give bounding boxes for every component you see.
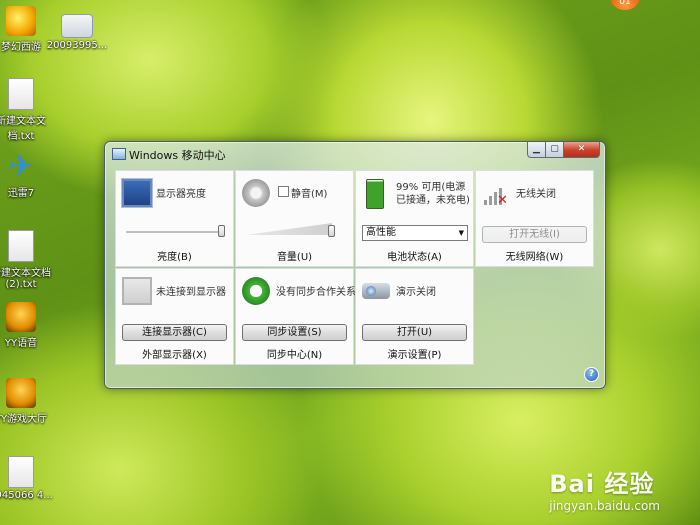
- external-display-footer: 外部显示器(X): [142, 350, 207, 361]
- mobility-center-window: Windows 移动中心 ▁ ▢ ✕ 显示器亮度 亮度(B) 静音(M) 音量(…: [104, 141, 606, 389]
- brightness-footer: 亮度(B): [157, 252, 192, 263]
- desktop-icon-label: 20093995...: [46, 40, 108, 51]
- yy-game-icon: [6, 378, 36, 408]
- power-plan-value: 高性能: [366, 227, 396, 238]
- desktop-icon-label: 迅雷7: [7, 188, 35, 199]
- yy-icon: [6, 302, 36, 332]
- desktop-icon-textfile-3[interactable]: 1945066 4...: [0, 456, 56, 501]
- close-button[interactable]: ✕: [564, 142, 600, 158]
- tile-sync-center: 没有同步合作关系 同步设置(S) 同步中心(N): [235, 268, 356, 365]
- volume-slider-thumb[interactable]: [328, 225, 335, 237]
- tile-battery: 99% 可用(电源已接通，未充电) 高性能 ▼ 电池状态(A): [355, 170, 474, 267]
- keyboard-icon: [61, 14, 93, 38]
- text-document-icon: [8, 78, 34, 110]
- sync-center-footer: 同步中心(N): [266, 350, 323, 361]
- maximize-button[interactable]: ▢: [546, 142, 564, 158]
- desktop-icon-label: YY游戏大厅: [0, 414, 48, 425]
- sync-icon: [242, 277, 270, 305]
- connect-display-button[interactable]: 连接显示器(C): [122, 324, 227, 341]
- watermark-url: jingyan.baidu.com: [549, 499, 660, 513]
- desktop-icon-label: 1945066 4...: [0, 490, 53, 501]
- volume-slider-track[interactable]: [246, 223, 332, 235]
- notification-badge[interactable]: 01: [610, 0, 640, 10]
- brightness-slider-track[interactable]: [126, 231, 222, 234]
- turn-on-presentation-button[interactable]: 打开(U): [362, 324, 467, 341]
- turn-on-wireless-button[interactable]: 打开无线(I): [482, 226, 587, 243]
- display-status: 未连接到显示器: [156, 287, 226, 298]
- mute-label[interactable]: 静音(M): [291, 185, 327, 200]
- wireless-status: 无线关闭: [516, 189, 556, 200]
- desktop-icon-file[interactable]: 20093995...: [42, 6, 112, 51]
- brightness-slider-thumb[interactable]: [218, 225, 225, 237]
- minimize-button[interactable]: ▁: [527, 142, 546, 158]
- chevron-down-icon: ▼: [458, 229, 464, 237]
- presentation-status: 演示关闭: [396, 287, 436, 298]
- sync-settings-button[interactable]: 同步设置(S): [242, 324, 347, 341]
- thunder-bird-icon: ✈: [8, 149, 34, 184]
- tile-volume: 静音(M) 音量(U): [235, 170, 354, 267]
- battery-footer: 电池状态(A): [387, 252, 442, 263]
- speaker-icon: [242, 179, 270, 207]
- title-bar[interactable]: Windows 移动中心 ▁ ▢ ✕: [105, 142, 605, 166]
- disabled-x-icon: ✕: [497, 193, 508, 208]
- text-document-icon: [8, 230, 34, 262]
- mute-checkbox[interactable]: [278, 186, 289, 197]
- display-brightness-icon: [122, 179, 152, 207]
- desktop-icon-textfile-2[interactable]: 新建文本文档 (2).txt: [0, 230, 56, 290]
- battery-status: 99% 可用(电源已接通，未充电): [396, 182, 470, 206]
- desktop-icon-thunder[interactable]: ✈ 迅雷7: [0, 149, 56, 200]
- desktop-icon-label: YY语音: [4, 338, 38, 349]
- desktop-icon-yy-game[interactable]: YY游戏大厅: [0, 378, 56, 425]
- volume-footer: 音量(U): [276, 252, 313, 263]
- tile-external-display: 未连接到显示器 连接显示器(C) 外部显示器(X): [115, 268, 234, 365]
- tile-presentation: 演示关闭 打开(U) 演示设置(P): [355, 268, 474, 365]
- help-icon[interactable]: ?: [584, 367, 599, 382]
- power-plan-select[interactable]: 高性能 ▼: [362, 225, 468, 241]
- projector-icon: [362, 283, 390, 299]
- tile-wireless: ✕ 无线关闭 打开无线(I) 无线网络(W): [475, 170, 594, 267]
- wireless-footer: 无线网络(W): [505, 252, 564, 263]
- tile-brightness: 显示器亮度 亮度(B): [115, 170, 234, 267]
- presentation-footer: 演示设置(P): [387, 350, 442, 361]
- window-title: Windows 移动中心: [129, 149, 226, 162]
- external-monitor-icon: [122, 277, 152, 305]
- battery-icon: [366, 179, 384, 209]
- caption-buttons: ▁ ▢ ✕: [527, 142, 600, 158]
- brightness-label: 显示器亮度: [156, 189, 206, 200]
- sync-status: 没有同步合作关系: [276, 287, 356, 298]
- game-icon: [6, 6, 36, 36]
- text-document-icon: [8, 456, 34, 488]
- desktop-icon-label: 新建文本文档.txt: [0, 116, 46, 142]
- desktop-icon-label: 新建文本文档 (2).txt: [0, 268, 51, 290]
- wireless-signal-icon: ✕: [482, 179, 510, 208]
- desktop-icon-yy[interactable]: YY语音: [0, 302, 56, 349]
- desktop-icon-textfile[interactable]: 新建文本文档.txt: [0, 78, 56, 142]
- watermark-logo: Bai 经验: [549, 470, 655, 498]
- window-icon: [112, 148, 126, 160]
- baidu-jingyan-watermark: Bai 经验 jingyan.baidu.com: [549, 464, 660, 513]
